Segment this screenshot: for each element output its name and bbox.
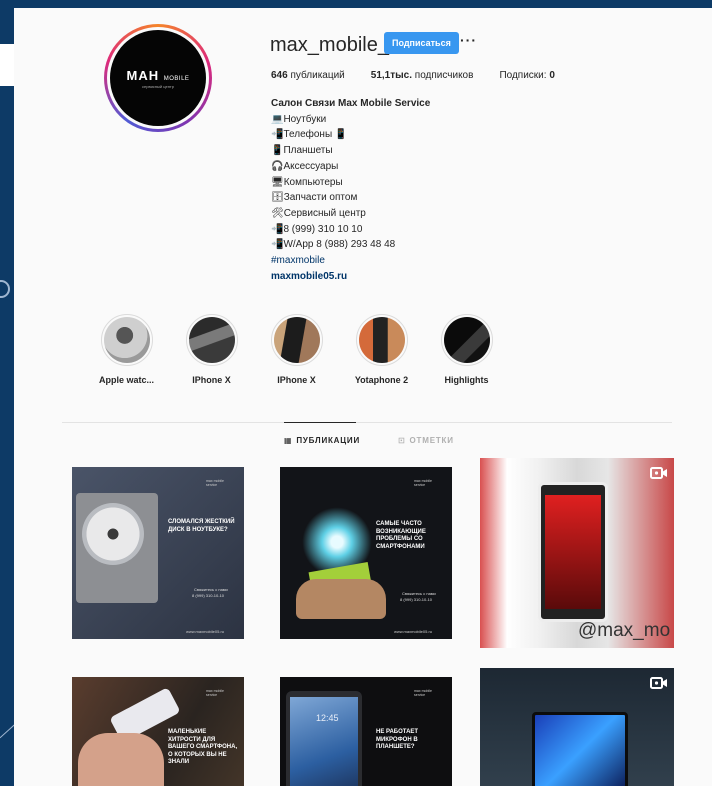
- hand-graphic: [78, 733, 164, 786]
- computer-icon: 🖥: [271, 176, 284, 188]
- tab-tagged[interactable]: ⊡ ОТМЕТКИ: [398, 436, 454, 445]
- phone-icon: 📲: [271, 223, 284, 235]
- tab-publications[interactable]: ▦ ПУБЛИКАЦИИ: [284, 436, 360, 445]
- posts-count: 646 публикаций: [271, 70, 345, 81]
- phone-icon: 📲: [271, 239, 284, 251]
- laptop-icon: 💻: [271, 113, 284, 125]
- post-image: max mobile service МАЛЕНЬКИЕ ХИТРОСТИ ДЛ…: [72, 677, 244, 786]
- highlight-item[interactable]: IPhone X: [169, 314, 254, 385]
- tablet-graphic: 12:45: [286, 691, 362, 786]
- phone-screen-graphic: [538, 482, 608, 622]
- tabs-divider: [62, 422, 672, 423]
- follow-button[interactable]: Подписаться: [384, 32, 459, 54]
- followers-count[interactable]: 51,1тыс. подписчиков: [371, 70, 474, 81]
- profile-tabs: ▦ ПУБЛИКАЦИИ ⊡ ОТМЕТКИ: [284, 436, 492, 445]
- tablet-icon: 📱: [271, 145, 284, 157]
- post-watermark: @max_mo: [578, 620, 671, 641]
- more-options-button[interactable]: ···: [460, 32, 477, 48]
- post-headline: МАЛЕНЬКИЕ ХИТРОСТИ ДЛЯ ВАШЕГО СМАРТФОНА,…: [168, 729, 238, 765]
- highlight-cover: [358, 317, 405, 363]
- profile-username: max_mobile_: [270, 34, 389, 56]
- highlight-item[interactable]: Yotaphone 2: [339, 314, 424, 385]
- bio-line: 📲Телефоны 📱: [271, 129, 348, 141]
- tablet-screen-time: 12:45: [316, 713, 339, 723]
- bio-line: 💻Ноутбуки: [271, 113, 327, 125]
- highlight-cover: [188, 317, 235, 363]
- post-thumbnail[interactable]: [480, 668, 674, 786]
- hands-graphic: [296, 579, 386, 619]
- profile-bio: Салон Связи Max Mobile Service 💻Ноутбуки…: [271, 96, 531, 284]
- bio-website-link[interactable]: maxmobile05.ru: [271, 269, 531, 285]
- highlight-cover: [443, 317, 490, 363]
- post-thumbnail[interactable]: max mobile service СЛОМАЛСЯ ЖЕСТКИЙ ДИСК…: [62, 458, 252, 648]
- bio-line: 🎧Аксессуары: [271, 160, 339, 172]
- box-icon: 🗄: [271, 192, 284, 204]
- highlight-cover: [273, 317, 320, 363]
- background-panel-edge: [0, 44, 14, 86]
- post-headline: СЛОМАЛСЯ ЖЕСТКИЙ ДИСК В НОУТБУКЕ?: [168, 519, 235, 533]
- highlight-label: IPhone X: [277, 375, 316, 385]
- highlight-label: Highlights: [444, 375, 489, 385]
- story-highlights: Apple watc... IPhone X IPhone X Yotaphon…: [84, 314, 509, 385]
- avatar-logo: MAH MOBILE сервисный центр: [110, 30, 206, 126]
- bio-line: 🖥Компьютеры: [271, 176, 343, 188]
- highlight-label: IPhone X: [192, 375, 231, 385]
- phone-icon: 📲: [271, 129, 284, 141]
- disk-platter-graphic: [82, 503, 144, 565]
- grid-icon: ▦: [284, 436, 293, 445]
- video-icon: [650, 677, 667, 689]
- headphones-icon: 🎧: [271, 160, 284, 172]
- profile-stats: 646 публикаций 51,1тыс. подписчиков Подп…: [271, 70, 581, 81]
- post-thumbnail[interactable]: @max_mo: [480, 458, 674, 648]
- post-image: max mobile service САМЫЕ ЧАСТО ВОЗНИКАЮЩ…: [280, 467, 452, 639]
- bio-line: 🛠Сервисный центр: [271, 207, 366, 219]
- post-thumbnail[interactable]: max mobile service САМЫЕ ЧАСТО ВОЗНИКАЮЩ…: [272, 458, 462, 648]
- bio-line: 📲8 (999) 310 10 10: [271, 223, 363, 235]
- highlight-item[interactable]: IPhone X: [254, 314, 339, 385]
- highlight-label: Apple watc...: [98, 375, 154, 385]
- foldable-phone-graphic: [532, 712, 628, 786]
- highlight-item[interactable]: Apple watc...: [84, 314, 169, 385]
- profile-avatar[interactable]: MAH MOBILE сервисный центр: [104, 24, 212, 132]
- tools-icon: 🛠: [271, 207, 284, 219]
- highlight-label: Yotaphone 2: [354, 375, 409, 385]
- profile-full-name: Салон Связи Max Mobile Service: [271, 98, 431, 109]
- bio-line: 🗄Запчасти оптом: [271, 192, 358, 204]
- tag-icon: ⊡: [398, 436, 406, 445]
- bio-hashtag-link[interactable]: #maxmobile: [271, 253, 531, 269]
- post-image: max mobile service СЛОМАЛСЯ ЖЕСТКИЙ ДИСК…: [72, 467, 244, 639]
- active-tab-indicator: [284, 422, 356, 423]
- video-icon: [650, 467, 667, 479]
- post-thumbnail[interactable]: 12:45 max mobile service НЕ РАБОТАЕТ МИК…: [272, 668, 462, 786]
- highlight-item[interactable]: Highlights: [424, 314, 509, 385]
- post-headline: САМЫЕ ЧАСТО ВОЗНИКАЮЩИЕ ПРОБЛЕМЫ СО СМАР…: [376, 521, 426, 550]
- following-count[interactable]: Подписки: 0: [499, 70, 554, 81]
- instagram-profile-page: MAH MOBILE сервисный центр max_mobile_ П…: [14, 8, 712, 786]
- post-headline: НЕ РАБОТАЕТ МИКРОФОН В ПЛАНШЕТЕ?: [376, 729, 419, 750]
- bio-line: 📱Планшеты: [271, 145, 333, 157]
- post-thumbnail[interactable]: max mobile service МАЛЕНЬКИЕ ХИТРОСТИ ДЛ…: [62, 668, 252, 786]
- post-image: 12:45 max mobile service НЕ РАБОТАЕТ МИК…: [280, 677, 452, 786]
- background-ring-decoration: [0, 280, 10, 298]
- bio-line: 📲W/App 8 (988) 293 48 48: [271, 239, 396, 251]
- highlight-cover: [103, 317, 150, 363]
